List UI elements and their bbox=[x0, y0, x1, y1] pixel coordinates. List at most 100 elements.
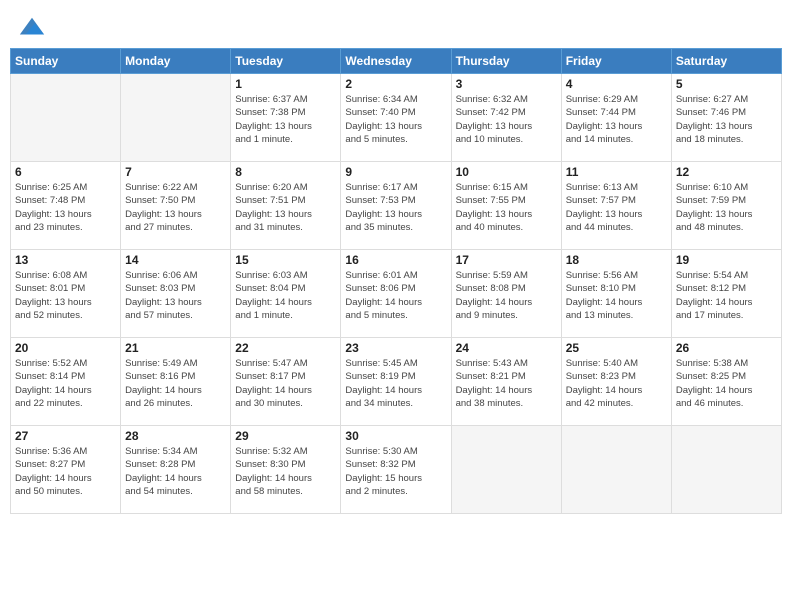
logo bbox=[18, 14, 50, 42]
day-header-sunday: Sunday bbox=[11, 49, 121, 74]
cell-info: Sunrise: 5:30 AM Sunset: 8:32 PM Dayligh… bbox=[345, 445, 446, 498]
day-number: 14 bbox=[125, 253, 226, 267]
day-number: 25 bbox=[566, 341, 667, 355]
calendar-cell: 30 Sunrise: 5:30 AM Sunset: 8:32 PM Dayli… bbox=[341, 426, 451, 514]
calendar-cell: 24 Sunrise: 5:43 AM Sunset: 8:21 PM Dayli… bbox=[451, 338, 561, 426]
calendar-table: SundayMondayTuesdayWednesdayThursdayFrid… bbox=[10, 48, 782, 514]
calendar-cell bbox=[11, 74, 121, 162]
page: SundayMondayTuesdayWednesdayThursdayFrid… bbox=[0, 0, 792, 612]
calendar-cell: 11 Sunrise: 6:13 AM Sunset: 7:57 PM Dayli… bbox=[561, 162, 671, 250]
day-number: 15 bbox=[235, 253, 336, 267]
cell-info: Sunrise: 5:49 AM Sunset: 8:16 PM Dayligh… bbox=[125, 357, 226, 410]
cell-info: Sunrise: 6:10 AM Sunset: 7:59 PM Dayligh… bbox=[676, 181, 777, 234]
calendar-cell: 6 Sunrise: 6:25 AM Sunset: 7:48 PM Daylig… bbox=[11, 162, 121, 250]
day-number: 28 bbox=[125, 429, 226, 443]
cell-info: Sunrise: 6:13 AM Sunset: 7:57 PM Dayligh… bbox=[566, 181, 667, 234]
day-number: 12 bbox=[676, 165, 777, 179]
cell-info: Sunrise: 5:56 AM Sunset: 8:10 PM Dayligh… bbox=[566, 269, 667, 322]
calendar-cell: 16 Sunrise: 6:01 AM Sunset: 8:06 PM Dayli… bbox=[341, 250, 451, 338]
calendar-cell: 13Sunrise: 6:08 AM Sunset: 8:01 PM Dayli… bbox=[11, 250, 121, 338]
day-number: 18 bbox=[566, 253, 667, 267]
day-header-friday: Friday bbox=[561, 49, 671, 74]
cell-info: Sunrise: 5:59 AM Sunset: 8:08 PM Dayligh… bbox=[456, 269, 557, 322]
day-number: 1 bbox=[235, 77, 336, 91]
cell-info: Sunrise: 6:32 AM Sunset: 7:42 PM Dayligh… bbox=[456, 93, 557, 146]
day-header-wednesday: Wednesday bbox=[341, 49, 451, 74]
cell-info: Sunrise: 6:20 AM Sunset: 7:51 PM Dayligh… bbox=[235, 181, 336, 234]
cell-info: Sunrise: 5:32 AM Sunset: 8:30 PM Dayligh… bbox=[235, 445, 336, 498]
day-header-thursday: Thursday bbox=[451, 49, 561, 74]
calendar-cell: 23Sunrise: 5:45 AM Sunset: 8:19 PM Dayli… bbox=[341, 338, 451, 426]
cell-info: Sunrise: 5:54 AM Sunset: 8:12 PM Dayligh… bbox=[676, 269, 777, 322]
calendar-cell: 27 Sunrise: 5:36 AM Sunset: 8:27 PM Dayli… bbox=[11, 426, 121, 514]
calendar-cell: 25 Sunrise: 5:40 AM Sunset: 8:23 PM Dayli… bbox=[561, 338, 671, 426]
week-row-5: 27 Sunrise: 5:36 AM Sunset: 8:27 PM Dayli… bbox=[11, 426, 782, 514]
calendar-cell: 19 Sunrise: 5:54 AM Sunset: 8:12 PM Dayli… bbox=[671, 250, 781, 338]
cell-info: Sunrise: 6:27 AM Sunset: 7:46 PM Dayligh… bbox=[676, 93, 777, 146]
cell-info: Sunrise: 5:34 AM Sunset: 8:28 PM Dayligh… bbox=[125, 445, 226, 498]
day-number: 11 bbox=[566, 165, 667, 179]
calendar-cell: 29 Sunrise: 5:32 AM Sunset: 8:30 PM Dayli… bbox=[231, 426, 341, 514]
cell-info: Sunrise: 6:01 AM Sunset: 8:06 PM Dayligh… bbox=[345, 269, 446, 322]
calendar-cell: 3 Sunrise: 6:32 AM Sunset: 7:42 PM Daylig… bbox=[451, 74, 561, 162]
day-number: 16 bbox=[345, 253, 446, 267]
day-number: 5 bbox=[676, 77, 777, 91]
cell-info: Sunrise: 5:43 AM Sunset: 8:21 PM Dayligh… bbox=[456, 357, 557, 410]
week-row-3: 13Sunrise: 6:08 AM Sunset: 8:01 PM Dayli… bbox=[11, 250, 782, 338]
day-number: 2 bbox=[345, 77, 446, 91]
cell-info: Sunrise: 6:25 AM Sunset: 7:48 PM Dayligh… bbox=[15, 181, 116, 234]
cell-info: Sunrise: 6:34 AM Sunset: 7:40 PM Dayligh… bbox=[345, 93, 446, 146]
calendar-cell: 22 Sunrise: 5:47 AM Sunset: 8:17 PM Dayli… bbox=[231, 338, 341, 426]
day-number: 27 bbox=[15, 429, 116, 443]
cell-info: Sunrise: 6:37 AM Sunset: 7:38 PM Dayligh… bbox=[235, 93, 336, 146]
cell-info: Sunrise: 5:38 AM Sunset: 8:25 PM Dayligh… bbox=[676, 357, 777, 410]
calendar-cell: 17Sunrise: 5:59 AM Sunset: 8:08 PM Dayli… bbox=[451, 250, 561, 338]
day-number: 10 bbox=[456, 165, 557, 179]
calendar-cell bbox=[451, 426, 561, 514]
calendar-cell: 9Sunrise: 6:17 AM Sunset: 7:53 PM Daylig… bbox=[341, 162, 451, 250]
cell-info: Sunrise: 5:52 AM Sunset: 8:14 PM Dayligh… bbox=[15, 357, 116, 410]
day-number: 8 bbox=[235, 165, 336, 179]
calendar-cell: 14 Sunrise: 6:06 AM Sunset: 8:03 PM Dayli… bbox=[121, 250, 231, 338]
calendar-cell: 20 Sunrise: 5:52 AM Sunset: 8:14 PM Dayli… bbox=[11, 338, 121, 426]
week-row-4: 20 Sunrise: 5:52 AM Sunset: 8:14 PM Dayli… bbox=[11, 338, 782, 426]
cell-info: Sunrise: 6:06 AM Sunset: 8:03 PM Dayligh… bbox=[125, 269, 226, 322]
day-number: 4 bbox=[566, 77, 667, 91]
day-header-monday: Monday bbox=[121, 49, 231, 74]
day-number: 6 bbox=[15, 165, 116, 179]
day-number: 29 bbox=[235, 429, 336, 443]
day-number: 24 bbox=[456, 341, 557, 355]
day-header-row: SundayMondayTuesdayWednesdayThursdayFrid… bbox=[11, 49, 782, 74]
cell-info: Sunrise: 5:40 AM Sunset: 8:23 PM Dayligh… bbox=[566, 357, 667, 410]
calendar-cell: 2 Sunrise: 6:34 AM Sunset: 7:40 PM Daylig… bbox=[341, 74, 451, 162]
day-number: 19 bbox=[676, 253, 777, 267]
calendar-cell: 12 Sunrise: 6:10 AM Sunset: 7:59 PM Dayli… bbox=[671, 162, 781, 250]
cell-info: Sunrise: 5:36 AM Sunset: 8:27 PM Dayligh… bbox=[15, 445, 116, 498]
week-row-1: 1 Sunrise: 6:37 AM Sunset: 7:38 PM Daylig… bbox=[11, 74, 782, 162]
calendar-cell: 8 Sunrise: 6:20 AM Sunset: 7:51 PM Daylig… bbox=[231, 162, 341, 250]
calendar-cell: 5 Sunrise: 6:27 AM Sunset: 7:46 PM Daylig… bbox=[671, 74, 781, 162]
cell-info: Sunrise: 5:45 AM Sunset: 8:19 PM Dayligh… bbox=[345, 357, 446, 410]
calendar-cell bbox=[561, 426, 671, 514]
logo-icon bbox=[18, 14, 46, 42]
week-row-2: 6 Sunrise: 6:25 AM Sunset: 7:48 PM Daylig… bbox=[11, 162, 782, 250]
cell-info: Sunrise: 6:08 AM Sunset: 8:01 PM Dayligh… bbox=[15, 269, 116, 322]
calendar-cell: 15 Sunrise: 6:03 AM Sunset: 8:04 PM Dayli… bbox=[231, 250, 341, 338]
day-number: 30 bbox=[345, 429, 446, 443]
day-number: 7 bbox=[125, 165, 226, 179]
calendar-cell: 26Sunrise: 5:38 AM Sunset: 8:25 PM Dayli… bbox=[671, 338, 781, 426]
day-header-tuesday: Tuesday bbox=[231, 49, 341, 74]
calendar: SundayMondayTuesdayWednesdayThursdayFrid… bbox=[0, 48, 792, 612]
cell-info: Sunrise: 6:29 AM Sunset: 7:44 PM Dayligh… bbox=[566, 93, 667, 146]
cell-info: Sunrise: 6:22 AM Sunset: 7:50 PM Dayligh… bbox=[125, 181, 226, 234]
day-number: 9 bbox=[345, 165, 446, 179]
header bbox=[0, 0, 792, 48]
day-number: 22 bbox=[235, 341, 336, 355]
calendar-cell bbox=[121, 74, 231, 162]
calendar-cell: 21Sunrise: 5:49 AM Sunset: 8:16 PM Dayli… bbox=[121, 338, 231, 426]
cell-info: Sunrise: 5:47 AM Sunset: 8:17 PM Dayligh… bbox=[235, 357, 336, 410]
day-number: 3 bbox=[456, 77, 557, 91]
cell-info: Sunrise: 6:03 AM Sunset: 8:04 PM Dayligh… bbox=[235, 269, 336, 322]
calendar-cell: 10Sunrise: 6:15 AM Sunset: 7:55 PM Dayli… bbox=[451, 162, 561, 250]
day-number: 20 bbox=[15, 341, 116, 355]
